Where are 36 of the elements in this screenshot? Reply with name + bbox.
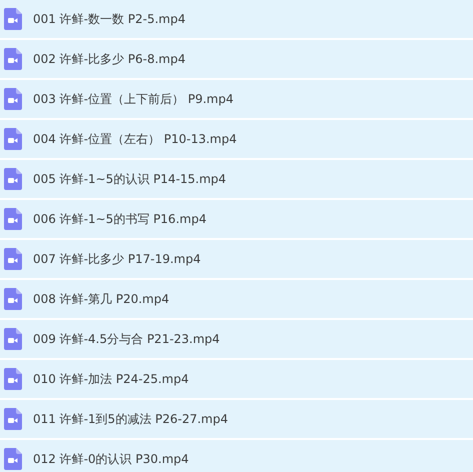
file-name: 003 许鲜-位置（上下前后） P9.mp4 [33,90,234,108]
video-file-icon [4,88,22,110]
file-name: 009 许鲜-4.5分与合 P21-23.mp4 [33,330,220,348]
file-name: 012 许鲜-0的认识 P30.mp4 [33,450,189,468]
file-row[interactable]: 012 许鲜-0的认识 P30.mp4 [0,440,473,472]
file-row[interactable]: 007 许鲜-比多少 P17-19.mp4 [0,240,473,280]
video-file-icon [4,208,22,230]
file-row[interactable]: 009 许鲜-4.5分与合 P21-23.mp4 [0,320,473,360]
file-row[interactable]: 005 许鲜-1~5的认识 P14-15.mp4 [0,160,473,200]
video-file-icon [4,8,22,30]
file-name: 008 许鲜-第几 P20.mp4 [33,290,170,308]
video-file-icon [4,408,22,430]
file-name: 007 许鲜-比多少 P17-19.mp4 [33,250,201,268]
file-name: 002 许鲜-比多少 P6-8.mp4 [33,50,186,68]
video-file-icon [4,448,22,470]
video-file-icon [4,128,22,150]
file-name: 010 许鲜-加法 P24-25.mp4 [33,370,189,388]
file-row[interactable]: 002 许鲜-比多少 P6-8.mp4 [0,40,473,80]
file-row[interactable]: 011 许鲜-1到5的减法 P26-27.mp4 [0,400,473,440]
file-name: 011 许鲜-1到5的减法 P26-27.mp4 [33,410,228,428]
video-file-icon [4,288,22,310]
file-name: 006 许鲜-1~5的书写 P16.mp4 [33,210,206,228]
file-row[interactable]: 008 许鲜-第几 P20.mp4 [0,280,473,320]
file-row[interactable]: 004 许鲜-位置（左右） P10-13.mp4 [0,120,473,160]
video-file-icon [4,328,22,350]
video-file-icon [4,248,22,270]
video-file-icon [4,368,22,390]
file-row[interactable]: 006 许鲜-1~5的书写 P16.mp4 [0,200,473,240]
file-row[interactable]: 001 许鲜-数一数 P2-5.mp4 [0,0,473,40]
file-name: 001 许鲜-数一数 P2-5.mp4 [33,10,186,28]
video-file-icon [4,48,22,70]
file-name: 004 许鲜-位置（左右） P10-13.mp4 [33,130,237,148]
video-file-icon [4,168,22,190]
file-name: 005 许鲜-1~5的认识 P14-15.mp4 [33,170,226,188]
file-row[interactable]: 003 许鲜-位置（上下前后） P9.mp4 [0,80,473,120]
file-row[interactable]: 010 许鲜-加法 P24-25.mp4 [0,360,473,400]
